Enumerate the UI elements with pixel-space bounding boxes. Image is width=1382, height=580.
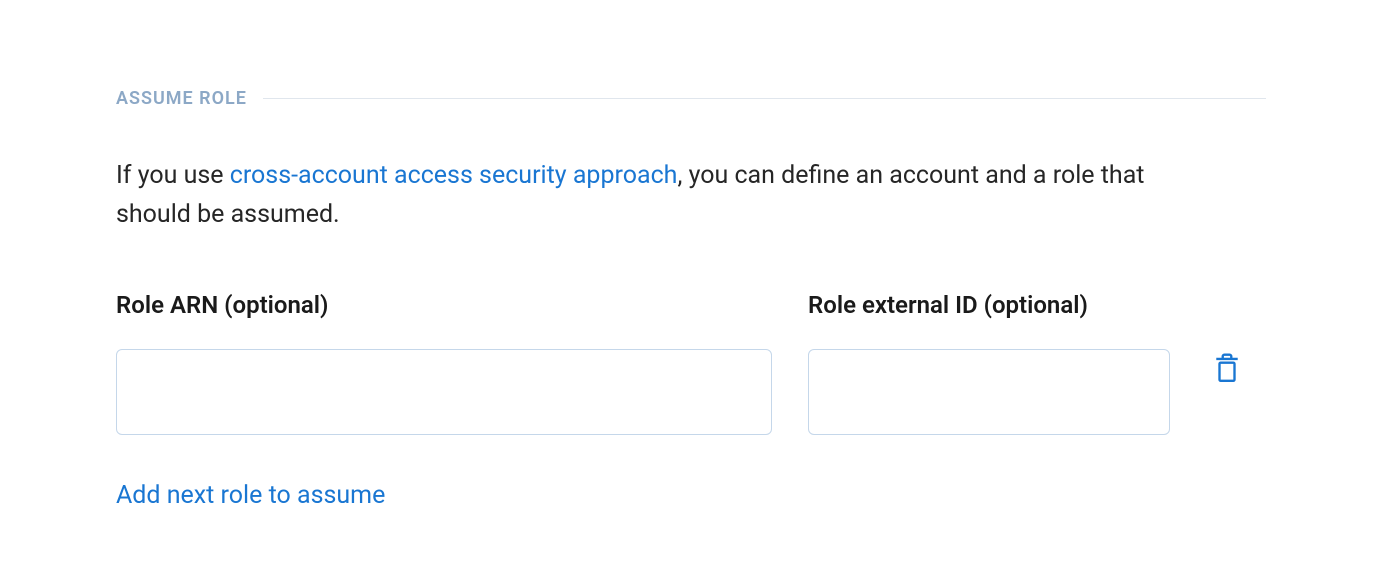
role-row: Role ARN (optional) Role external ID (op… [116, 291, 1266, 435]
add-next-role-link[interactable]: Add next role to assume [116, 481, 385, 510]
section-heading: ASSUME ROLE [116, 88, 247, 109]
role-arn-group: Role ARN (optional) [116, 291, 772, 435]
role-arn-label: Role ARN (optional) [116, 291, 772, 319]
section-description: If you use cross-account access security… [116, 157, 1196, 235]
role-external-id-group: Role external ID (optional) [808, 291, 1170, 435]
description-text-pre: If you use [116, 161, 230, 190]
role-arn-input[interactable] [116, 349, 772, 435]
cross-account-link[interactable]: cross-account access security approach [230, 161, 678, 190]
section-divider [263, 98, 1266, 99]
delete-role-button[interactable] [1206, 345, 1248, 394]
role-external-id-input[interactable] [808, 349, 1170, 435]
trash-icon [1214, 353, 1240, 386]
role-external-id-label: Role external ID (optional) [808, 291, 1170, 319]
